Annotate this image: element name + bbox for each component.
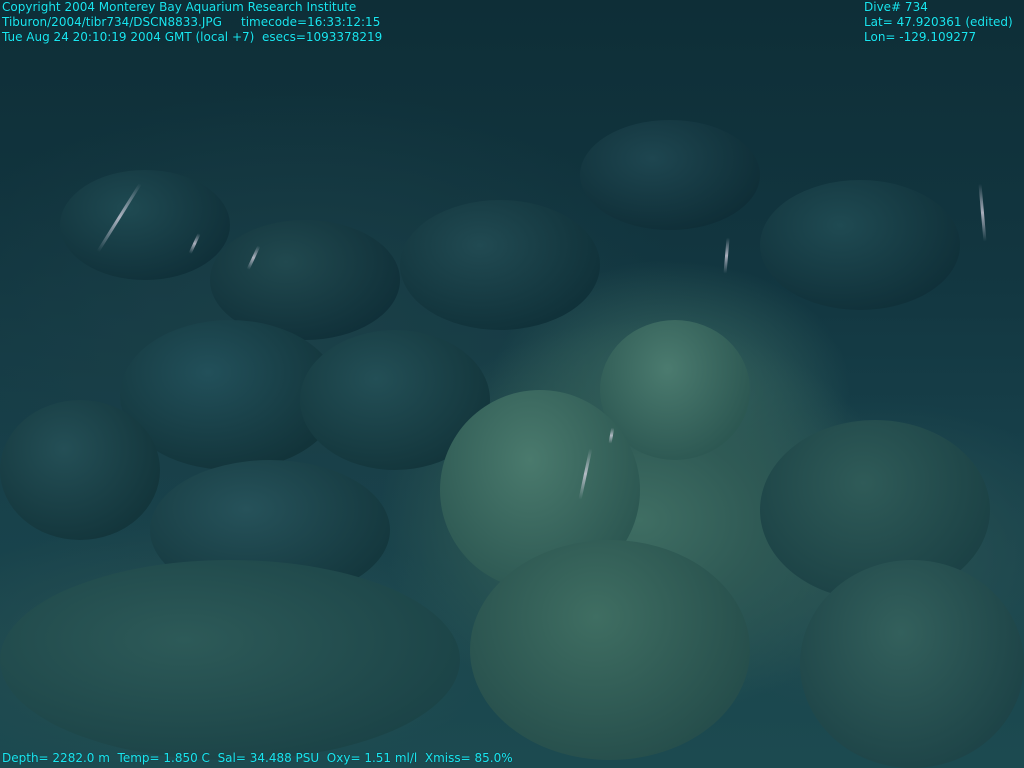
copyright-line: Copyright 2004 Monterey Bay Aquarium Res… bbox=[2, 0, 357, 14]
copyright-timecode-overlay: Copyright 2004 Monterey Bay Aquarium Res… bbox=[2, 0, 382, 45]
seafloor-photo: Copyright 2004 Monterey Bay Aquarium Res… bbox=[0, 0, 1024, 768]
particle-streak bbox=[978, 183, 987, 242]
pillow-rock bbox=[760, 180, 960, 310]
longitude: Lon= -129.109277 bbox=[864, 30, 977, 44]
date-esecs-line: Tue Aug 24 20:10:19 2004 GMT (local +7) … bbox=[2, 30, 383, 44]
pillow-rock bbox=[60, 170, 230, 280]
dive-position-overlay: Dive# 734 Lat= 47.920361 (edited) Lon= -12… bbox=[864, 0, 1013, 45]
pillow-rock bbox=[0, 400, 160, 540]
latitude: Lat= 47.920361 (edited) bbox=[864, 15, 1013, 29]
file-timecode-line: Tiburon/2004/tibr734/DSCN8833.JPG timeco… bbox=[2, 15, 381, 29]
particle-streak bbox=[723, 237, 730, 274]
dive-number: Dive# 734 bbox=[864, 0, 928, 14]
sensor-telemetry-line: Depth= 2282.0 m Temp= 1.850 C Sal= 34.48… bbox=[2, 751, 513, 765]
pillow-rock bbox=[800, 560, 1024, 768]
pillow-rock bbox=[0, 560, 460, 760]
pillow-rock bbox=[580, 120, 760, 230]
pillow-rock bbox=[400, 200, 600, 330]
pillow-rock bbox=[470, 540, 750, 760]
